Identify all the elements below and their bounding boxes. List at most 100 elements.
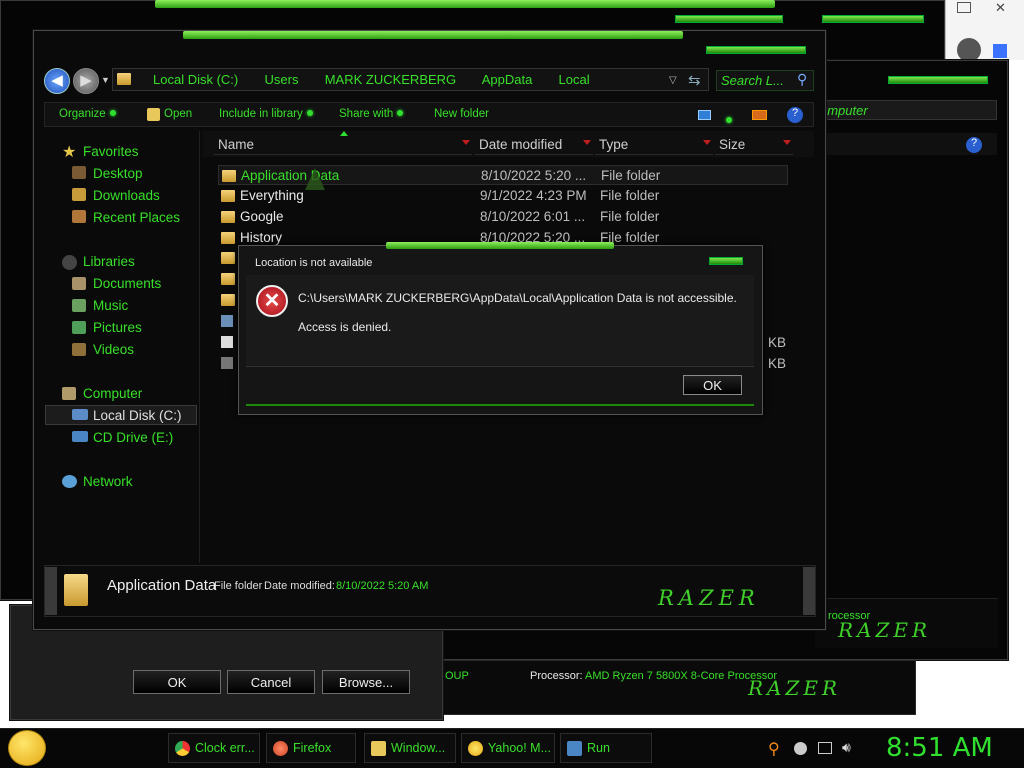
column-header-date[interactable]: Date modified <box>475 135 593 155</box>
sidebar-item-documents[interactable]: Documents <box>93 276 161 291</box>
sidebar-item-music[interactable]: Music <box>93 298 128 313</box>
file-type: File folder <box>600 188 660 203</box>
start-button-icon[interactable] <box>8 730 46 766</box>
organize-button[interactable]: Organize <box>59 108 116 120</box>
history-dropdown-icon[interactable]: ▼ <box>101 75 110 85</box>
search-icon[interactable]: ⚲ <box>797 71 807 88</box>
run-icon <box>567 741 582 756</box>
view-dropdown-dot[interactable] <box>722 112 732 127</box>
run-cancel-button[interactable]: Cancel <box>227 670 315 694</box>
sidebar-item-videos[interactable]: Videos <box>93 342 134 357</box>
help-icon[interactable]: ? <box>966 137 982 153</box>
sidebar-item-computer[interactable]: Computer <box>83 386 142 401</box>
file-row[interactable]: Everything 9/1/2022 4:23 PM File folder <box>218 186 788 206</box>
column-dropdown-icon[interactable] <box>583 140 591 145</box>
include-library-button[interactable]: Include in library <box>219 108 313 120</box>
details-date-value: 8/10/2022 5:20 AM <box>336 580 429 592</box>
sidebar-item-libraries[interactable]: Libraries <box>83 254 135 269</box>
network-icon <box>62 475 77 488</box>
sidebar-item-network[interactable]: Network <box>83 474 133 489</box>
column-dropdown-icon[interactable] <box>462 140 470 145</box>
sidebar-item-desktop[interactable]: Desktop <box>93 166 143 181</box>
processor-label: Processor: <box>530 670 583 682</box>
blue-square-icon <box>993 44 1007 58</box>
explorer-caption-buttons[interactable] <box>706 46 806 54</box>
help-button[interactable]: ? <box>787 107 803 123</box>
system-window-brand: RAZER <box>748 676 842 700</box>
taskbar-item-clock-error[interactable]: Clock err... <box>168 733 260 763</box>
file-date: 8/10/2022 6:01 ... <box>480 209 586 224</box>
share-with-button[interactable]: Share with <box>339 108 404 120</box>
column-header-size[interactable]: Size <box>715 135 793 155</box>
back-button[interactable]: ◀ <box>44 68 70 94</box>
taskbar-clock[interactable]: 8:51 AM <box>886 733 993 763</box>
close-icon[interactable]: ✕ <box>995 0 1006 16</box>
taskbar-label: Window... <box>391 741 446 755</box>
folder-icon <box>221 273 235 285</box>
system-window-processor: Processor: AMD Ryzen 7 5800X 8-Core Proc… <box>530 670 777 682</box>
column-header-type[interactable]: Type <box>595 135 713 155</box>
breadcrumb-item[interactable]: AppData <box>482 72 533 87</box>
run-ok-button[interactable]: OK <box>133 670 221 694</box>
sidebar-item-local-disk[interactable]: Local Disk (C:) <box>93 408 182 423</box>
desktop-icon <box>72 166 86 179</box>
back-window-search[interactable]: omputer <box>815 100 997 120</box>
taskbar-item-run[interactable]: Run <box>560 733 652 763</box>
dialog-ok-button[interactable]: OK <box>683 375 742 395</box>
share-with-label: Share with <box>339 108 394 120</box>
new-folder-button[interactable]: New folder <box>434 108 489 120</box>
sidebar-item-pictures[interactable]: Pictures <box>93 320 142 335</box>
breadcrumb-item[interactable]: Local Disk (C:) <box>153 72 238 87</box>
restore-icon[interactable] <box>957 2 971 13</box>
libraries-icon <box>62 255 77 270</box>
music-icon <box>72 299 86 312</box>
dialog-top-strip <box>386 242 614 249</box>
background-window-1-caption <box>675 15 783 23</box>
firefox-icon <box>273 741 288 756</box>
column-dropdown-icon[interactable] <box>703 140 711 145</box>
system-window-details <box>440 660 916 715</box>
taskbar-item-firefox[interactable]: Firefox <box>266 733 356 763</box>
details-type: File folder <box>214 580 263 592</box>
open-button[interactable]: Open <box>164 108 192 120</box>
videos-icon <box>72 343 86 356</box>
sidebar-item-recent[interactable]: Recent Places <box>93 210 180 225</box>
taskbar-label: Clock err... <box>195 741 255 755</box>
system-window-group-partial: OUP <box>445 670 469 682</box>
include-library-label: Include in library <box>219 108 303 120</box>
file-row[interactable]: Google 8/10/2022 6:01 ... File folder <box>218 207 788 227</box>
column-dropdown-icon[interactable] <box>783 140 791 145</box>
preview-pane-icon[interactable] <box>752 110 767 120</box>
breadcrumb-item[interactable]: MARK ZUCKERBERG <box>325 72 456 87</box>
breadcrumb-item[interactable]: Local <box>559 72 590 87</box>
column-header-type-label: Type <box>599 137 629 152</box>
volume-tray-icon[interactable]: 🔊︎ <box>842 739 851 756</box>
file-name: History <box>240 230 283 245</box>
taskbar-item-yahoo[interactable]: Yahoo! M... <box>461 733 555 763</box>
address-dropdown-icon[interactable]: ▽ <box>669 75 677 86</box>
file-date: 8/10/2022 5:20 ... <box>481 168 587 183</box>
view-icon[interactable] <box>698 110 711 120</box>
file-row[interactable]: Application Data 8/10/2022 5:20 ... File… <box>218 165 788 185</box>
refresh-icon[interactable]: ⇆ <box>688 71 701 89</box>
network-tray-icon[interactable] <box>818 742 832 754</box>
breadcrumb-item[interactable]: Users <box>265 72 299 87</box>
organize-label: Organize <box>59 108 106 120</box>
run-browse-button[interactable]: Browse... <box>322 670 410 694</box>
column-header-name[interactable]: Name <box>214 135 472 155</box>
folder-icon <box>221 252 235 264</box>
forward-button[interactable]: ▶ <box>73 68 99 94</box>
file-icon <box>221 336 233 348</box>
search-tray-icon[interactable]: ⚲ <box>768 739 780 759</box>
dialog-close-button[interactable] <box>709 257 743 265</box>
error-icon: ✕ <box>256 285 288 317</box>
sidebar-item-favorites[interactable]: Favorites <box>83 144 139 159</box>
taskbar-label: Firefox <box>293 741 332 755</box>
taskbar-item-windows[interactable]: Window... <box>364 733 456 763</box>
sidebar-item-cd-drive[interactable]: CD Drive (E:) <box>93 430 173 445</box>
dialog-title: Location is not available <box>255 257 373 269</box>
minus-tray-icon[interactable] <box>794 742 807 755</box>
taskbar-label: Run <box>587 741 610 755</box>
sidebar-item-downloads[interactable]: Downloads <box>93 188 160 203</box>
file-type: File folder <box>600 209 660 224</box>
